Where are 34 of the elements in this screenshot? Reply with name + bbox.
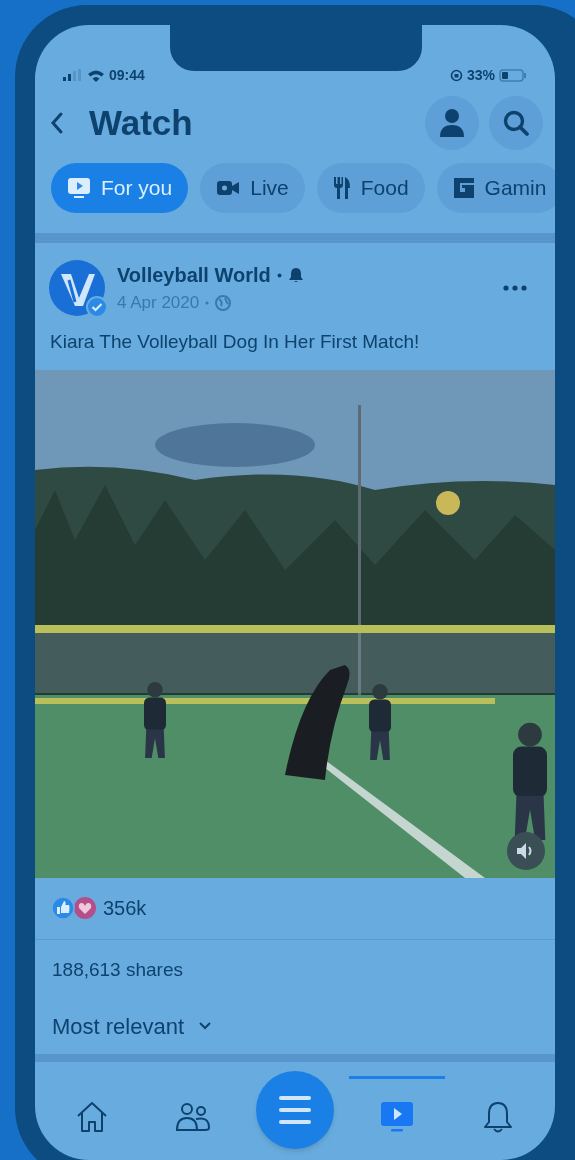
reaction-icons[interactable]	[51, 896, 97, 920]
video-icon	[67, 177, 91, 199]
status-time: 09:44	[109, 65, 145, 85]
bell-icon[interactable]	[482, 1100, 515, 1134]
battery-percent: 33%	[466, 65, 495, 85]
globe-icon	[215, 295, 232, 311]
video-icon[interactable]	[379, 1101, 414, 1133]
search-icon	[502, 109, 530, 137]
wifi-icon	[87, 68, 105, 82]
menu-button[interactable]	[256, 1071, 334, 1149]
category-tab[interactable]: Live	[200, 163, 305, 213]
category-tab[interactable]: Gamin	[436, 163, 555, 213]
chevron-down-icon[interactable]	[198, 1021, 213, 1031]
fork-knife-icon	[332, 176, 351, 200]
dot-separator-icon	[276, 272, 282, 278]
category-tab[interactable]: For you	[51, 163, 189, 213]
back-icon[interactable]	[49, 111, 65, 135]
category-tab[interactable]: Food	[316, 163, 425, 213]
battery-icon	[499, 68, 527, 82]
rotation-lock-icon	[449, 68, 463, 82]
more-icon[interactable]	[503, 285, 527, 291]
video-camera-icon	[216, 179, 241, 197]
post-caption: Kiara The Volleyball Dog In Her First Match!	[49, 330, 421, 354]
sort-selector[interactable]: Most relevant	[52, 1009, 185, 1043]
reaction-count[interactable]: 356k	[103, 893, 147, 923]
people-icon[interactable]	[175, 1102, 212, 1132]
page-title: Watch	[89, 101, 193, 144]
bell-icon[interactable]	[287, 267, 304, 284]
share-count[interactable]: 188,613 shares	[35, 939, 555, 984]
channel-name[interactable]: Volleyball World	[117, 260, 271, 291]
gaming-icon	[452, 177, 475, 199]
signal-icon	[63, 69, 83, 81]
person-icon	[438, 108, 466, 138]
verified-icon	[86, 296, 108, 318]
